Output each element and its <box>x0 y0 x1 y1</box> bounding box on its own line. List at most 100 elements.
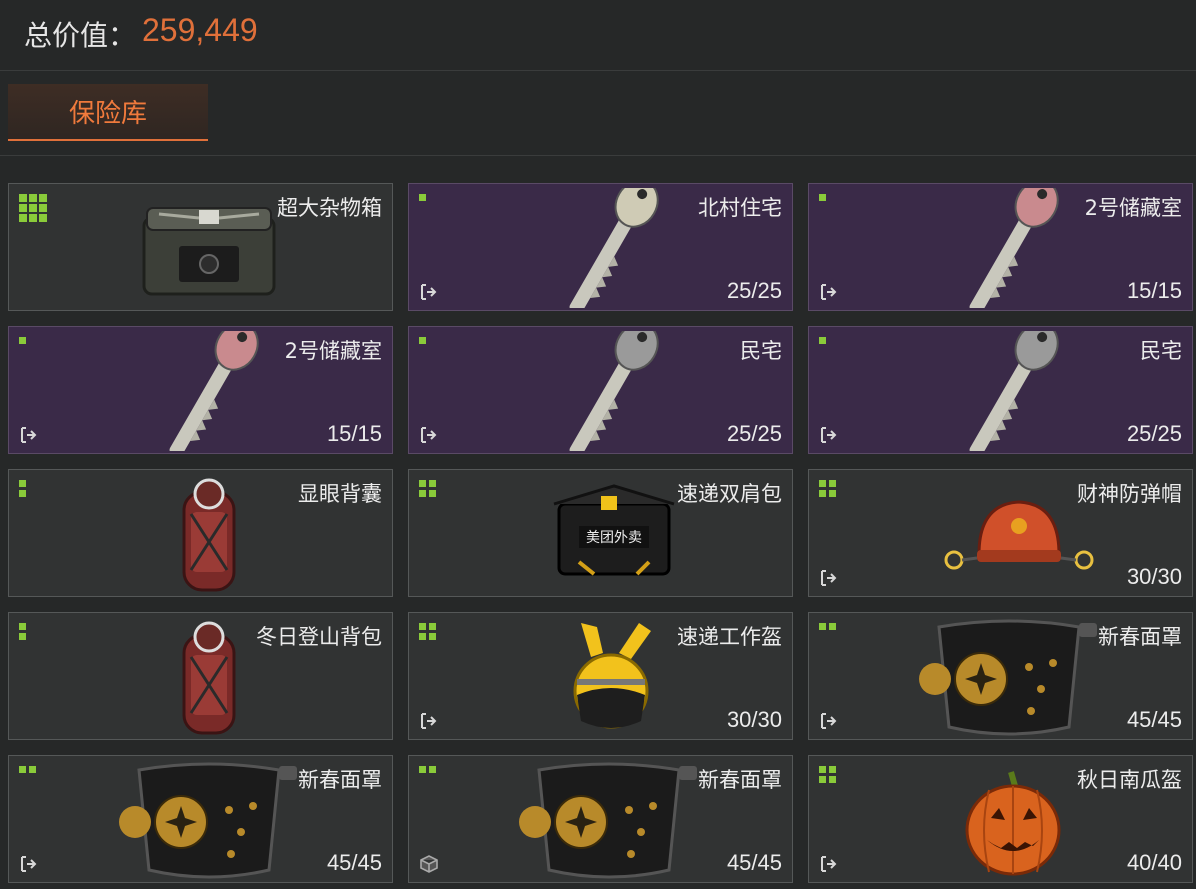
size-indicator-icon <box>19 623 26 640</box>
size-cell <box>829 480 836 487</box>
move-icon[interactable] <box>819 282 839 302</box>
item-durability: 30/30 <box>1126 564 1182 589</box>
item-name: 速递工作盔 <box>677 625 782 649</box>
move-icon[interactable] <box>419 425 439 445</box>
item-card[interactable]: 冬日登山背包 <box>8 612 393 740</box>
item-name: 新春面罩 <box>1098 625 1182 649</box>
size-cell <box>829 490 836 497</box>
item-card[interactable]: 显眼背囊 <box>8 469 393 597</box>
item-card[interactable]: 民宅 25/25 <box>808 326 1193 454</box>
crate-icon <box>119 188 299 308</box>
item-card[interactable]: 新春面罩 45/45 <box>808 612 1193 740</box>
item-name: 新春面罩 <box>298 768 382 792</box>
size-cell <box>19 204 27 212</box>
item-durability: 25/25 <box>1126 421 1182 446</box>
key-icon <box>119 327 299 453</box>
face-shield-icon <box>919 617 1099 737</box>
size-cell <box>819 337 826 344</box>
size-indicator-icon <box>19 766 36 773</box>
item-card[interactable]: 北村住宅 25/25 <box>408 183 793 311</box>
hat-icon <box>919 474 1099 594</box>
item-card[interactable]: 超大杂物箱 <box>8 183 393 311</box>
size-indicator-icon <box>419 194 426 201</box>
item-durability: 40/40 <box>1126 850 1182 875</box>
item-durability: 45/45 <box>1126 707 1182 732</box>
item-durability: 25/25 <box>726 278 782 303</box>
item-card[interactable]: 2号储藏室 15/15 <box>8 326 393 454</box>
tab-vault[interactable]: 保险库 <box>8 84 208 141</box>
svg-text:美团外卖: 美团外卖 <box>586 530 642 546</box>
size-cell <box>419 480 426 487</box>
backpack-icon <box>119 474 299 594</box>
item-grid: 超大杂物箱 北村住宅 25/25 2号储藏室 15/15 2号储藏室 15/15 <box>8 183 1196 883</box>
move-icon[interactable] <box>419 711 439 731</box>
size-indicator-icon <box>19 337 26 344</box>
item-card[interactable]: 民宅 25/25 <box>408 326 793 454</box>
item-durability: 30/30 <box>726 707 782 732</box>
move-icon[interactable] <box>819 711 839 731</box>
item-name: 民宅 <box>1140 339 1182 363</box>
item-durability: 25/25 <box>726 421 782 446</box>
item-name: 北村住宅 <box>698 196 782 220</box>
size-cell <box>429 623 436 630</box>
size-cell <box>19 214 27 222</box>
size-cell <box>829 766 836 773</box>
size-cell <box>29 766 36 773</box>
box-icon[interactable] <box>419 854 439 874</box>
key-icon <box>919 327 1099 453</box>
size-cell <box>19 337 26 344</box>
item-card[interactable]: 新春面罩 45/45 <box>408 755 793 883</box>
item-card[interactable]: 新春面罩 45/45 <box>8 755 393 883</box>
item-card[interactable]: 2号储藏室 15/15 <box>808 183 1193 311</box>
move-icon[interactable] <box>819 425 839 445</box>
item-durability: 45/45 <box>326 850 382 875</box>
size-indicator-icon <box>419 623 436 640</box>
size-cell <box>419 337 426 344</box>
size-cell <box>29 194 37 202</box>
item-name: 显眼背囊 <box>298 482 382 506</box>
size-cell <box>29 204 37 212</box>
item-name: 秋日南瓜盔 <box>1077 768 1182 792</box>
item-name: 冬日登山背包 <box>256 625 382 649</box>
size-cell <box>819 194 826 201</box>
size-cell <box>419 490 426 497</box>
item-card[interactable]: 速递工作盔 30/30 <box>408 612 793 740</box>
size-cell <box>19 480 26 487</box>
size-indicator-icon <box>19 480 26 497</box>
item-name: 财神防弹帽 <box>1077 482 1182 506</box>
move-icon[interactable] <box>19 425 39 445</box>
size-cell <box>419 633 426 640</box>
item-card[interactable]: 财神防弹帽 30/30 <box>808 469 1193 597</box>
size-cell <box>39 214 47 222</box>
face-shield-icon <box>119 760 299 880</box>
tab-bar: 保险库 <box>0 71 1196 156</box>
move-icon[interactable] <box>19 854 39 874</box>
size-cell <box>429 480 436 487</box>
size-indicator-icon <box>819 337 826 344</box>
size-indicator-icon <box>819 194 826 201</box>
size-cell <box>19 766 26 773</box>
item-card[interactable]: 美团外卖 速递双肩包 <box>408 469 793 597</box>
item-card[interactable]: 秋日南瓜盔 40/40 <box>808 755 1193 883</box>
key-icon <box>519 327 699 453</box>
move-icon[interactable] <box>819 568 839 588</box>
size-cell <box>819 480 826 487</box>
item-name: 速递双肩包 <box>677 482 782 506</box>
size-cell <box>829 776 836 783</box>
size-cell <box>19 623 26 630</box>
size-indicator-icon <box>819 480 836 497</box>
item-durability: 15/15 <box>1126 278 1182 303</box>
size-cell <box>819 490 826 497</box>
size-cell <box>19 194 27 202</box>
size-cell <box>419 766 426 773</box>
pumpkin-icon <box>919 760 1099 880</box>
size-indicator-icon <box>819 766 836 783</box>
move-icon[interactable] <box>419 282 439 302</box>
size-cell <box>429 633 436 640</box>
size-indicator-icon <box>419 480 436 497</box>
size-indicator-icon <box>419 337 426 344</box>
size-indicator-icon <box>19 194 47 222</box>
size-cell <box>819 766 826 773</box>
total-value: 259,449 <box>142 12 258 48</box>
move-icon[interactable] <box>819 854 839 874</box>
